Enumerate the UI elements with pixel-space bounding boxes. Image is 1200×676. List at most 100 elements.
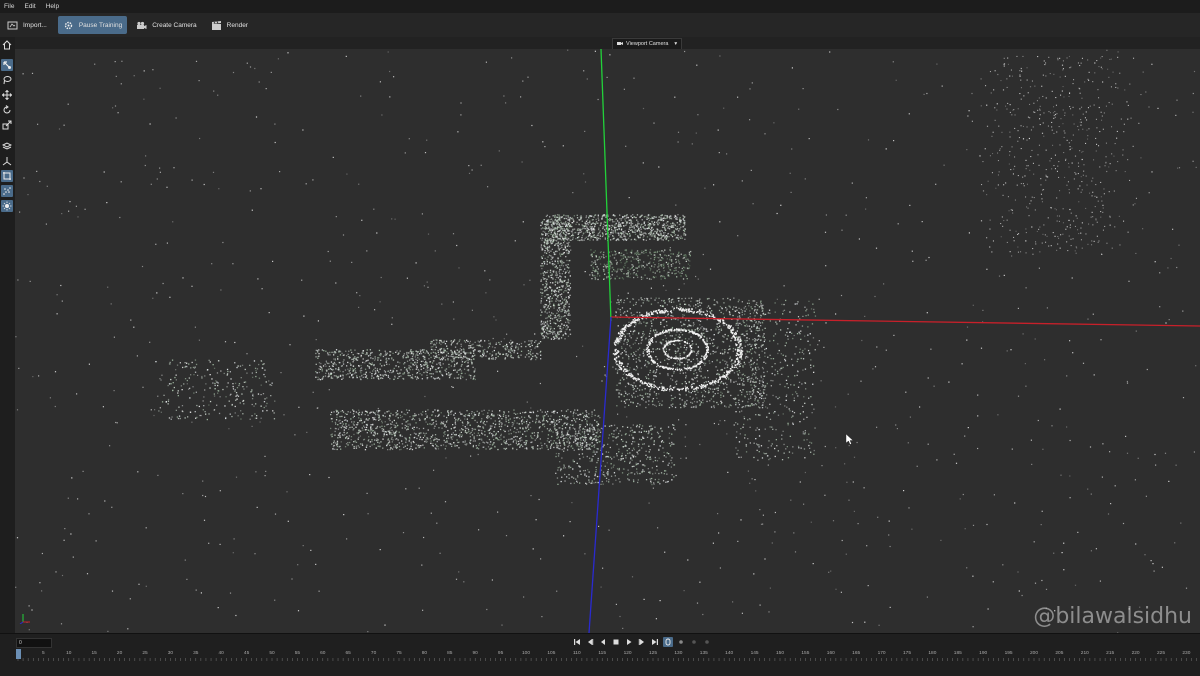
chevron-down-icon: ▾ <box>674 41 678 47</box>
point-cloud-scene <box>15 49 1200 633</box>
create-camera-button[interactable]: Create Camera <box>131 16 201 34</box>
menu-bar: File Edit Help <box>0 0 1200 13</box>
timeline-tick-label: 140 <box>725 651 734 656</box>
y-axis-line <box>600 49 612 322</box>
timeline-tick-label: 135 <box>699 651 708 656</box>
import-button[interactable]: Import... <box>2 16 52 34</box>
timeline-tick-label: 105 <box>547 651 556 656</box>
home-icon[interactable] <box>1 39 13 51</box>
render-button[interactable]: Render <box>206 16 253 34</box>
timeline-tick-label: 115 <box>598 651 607 656</box>
gear-icon <box>63 20 74 31</box>
timeline-tick-label: 10 <box>66 651 72 656</box>
dot-icon[interactable] <box>676 637 686 647</box>
timeline-tick-label: 205 <box>1055 651 1064 656</box>
timeline-tick-label: 35 <box>193 651 199 656</box>
timeline-tick-label: 90 <box>472 651 478 656</box>
timeline-tick-label: 25 <box>142 651 148 656</box>
timeline-tick-label: 30 <box>167 651 174 656</box>
timeline-tick-label: 180 <box>928 651 937 656</box>
timeline-tick-label: 50 <box>269 651 275 656</box>
timeline-tick-label: 130 <box>674 651 683 656</box>
pause-training-label: Pause Training <box>78 21 123 29</box>
timeline-tick-label: 5 <box>42 651 45 656</box>
play-icon[interactable] <box>624 637 634 647</box>
timeline-tick-label: 195 <box>1004 651 1013 656</box>
orientation-gizmo <box>19 611 31 629</box>
timeline-tick-label: 170 <box>877 651 886 656</box>
lasso-icon[interactable] <box>1 74 13 86</box>
mouse-cursor-icon <box>845 433 854 445</box>
timeline-tick-label: 145 <box>750 651 759 656</box>
timeline-tick-label: 65 <box>345 651 351 656</box>
import-label: Import... <box>23 21 47 29</box>
viewport-header: Viewport Camera ▾ <box>0 37 1200 50</box>
timeline-tick-label: 215 <box>1106 651 1115 656</box>
timeline-tick-label: 155 <box>801 651 810 656</box>
import-icon <box>7 20 18 31</box>
axis-icon[interactable] <box>1 155 13 167</box>
timeline-tick-label: 85 <box>447 651 453 656</box>
toolbar: Import... Pause Training Create Camera R… <box>0 13 1200 38</box>
timeline-tick-label: 150 <box>775 651 785 656</box>
sparse-points <box>15 49 1197 633</box>
menu-file[interactable]: File <box>0 3 20 10</box>
skip-end-icon[interactable] <box>650 637 660 647</box>
timeline-tick-label: 60 <box>320 651 326 656</box>
render-label: Render <box>226 21 248 29</box>
camera-small-icon <box>617 41 623 48</box>
timeline-tick-label: 55 <box>294 651 301 656</box>
timeline-tick-label: 15 <box>91 651 97 656</box>
timeline-tick-label: 75 <box>396 651 402 656</box>
timeline-tick-label: 80 <box>421 651 428 656</box>
step-back-icon[interactable] <box>598 637 608 647</box>
camera-icon <box>136 20 147 31</box>
dot-icon[interactable] <box>689 637 699 647</box>
timeline-tick-label: 220 <box>1131 651 1140 656</box>
prev-keyframe-icon[interactable] <box>585 637 595 647</box>
timeline-tick-label: 230 <box>1182 651 1191 656</box>
crop-icon[interactable] <box>1 170 13 182</box>
loop-icon[interactable] <box>663 637 673 647</box>
rotate-icon[interactable] <box>1 104 13 116</box>
viewport-camera-label: Viewport Camera <box>626 41 669 47</box>
stop-icon[interactable] <box>611 637 621 647</box>
frame-input[interactable]: 0 <box>16 638 52 648</box>
create-camera-label: Create Camera <box>152 21 197 29</box>
skip-start-icon[interactable] <box>572 637 582 647</box>
timeline-tick-label: 200 <box>1029 651 1039 656</box>
playhead[interactable] <box>16 649 21 659</box>
scene-point-cloud <box>155 214 817 486</box>
timeline-tick-label: 175 <box>902 651 912 656</box>
timeline-tick-label: 70 <box>370 651 377 656</box>
transport-controls <box>572 637 712 647</box>
timeline-tick-label: 165 <box>852 651 861 656</box>
light-icon[interactable] <box>1 200 13 212</box>
layers-icon[interactable] <box>1 140 13 152</box>
menu-edit[interactable]: Edit <box>20 3 41 10</box>
timeline-tick-label: 185 <box>953 651 962 656</box>
timeline-tick-label: 110 <box>572 651 581 656</box>
timeline-tick-label: 20 <box>116 651 123 656</box>
points-icon[interactable] <box>1 185 13 197</box>
timeline-tick-label: 190 <box>979 651 988 656</box>
3d-viewport[interactable]: @bilawalsidhu <box>15 49 1200 633</box>
timeline-tick-label: 210 <box>1080 651 1089 656</box>
timeline-tick-label: 125 <box>648 651 658 656</box>
dot-icon[interactable] <box>702 637 712 647</box>
watermark: @bilawalsidhu <box>1033 604 1192 629</box>
timeline-panel: 0 05101520253035404550556065707580859095… <box>0 633 1200 676</box>
step-forward-icon[interactable] <box>637 637 647 647</box>
menu-help[interactable]: Help <box>42 3 65 10</box>
timeline-tick-label: 160 <box>826 651 835 656</box>
pause-training-button[interactable]: Pause Training <box>57 16 128 34</box>
timeline-tick-label: 95 <box>497 651 504 656</box>
timeline-tick-label: 225 <box>1156 651 1166 656</box>
move-icon[interactable] <box>1 89 13 101</box>
timeline-tick-label: 120 <box>623 651 632 656</box>
left-toolbar <box>0 37 15 633</box>
select-icon[interactable] <box>1 59 13 71</box>
timeline-tick-label: 45 <box>243 651 250 656</box>
scale-icon[interactable] <box>1 119 13 131</box>
timeline-ruler[interactable]: 0510152025303540455055606570758085909510… <box>0 650 1200 676</box>
